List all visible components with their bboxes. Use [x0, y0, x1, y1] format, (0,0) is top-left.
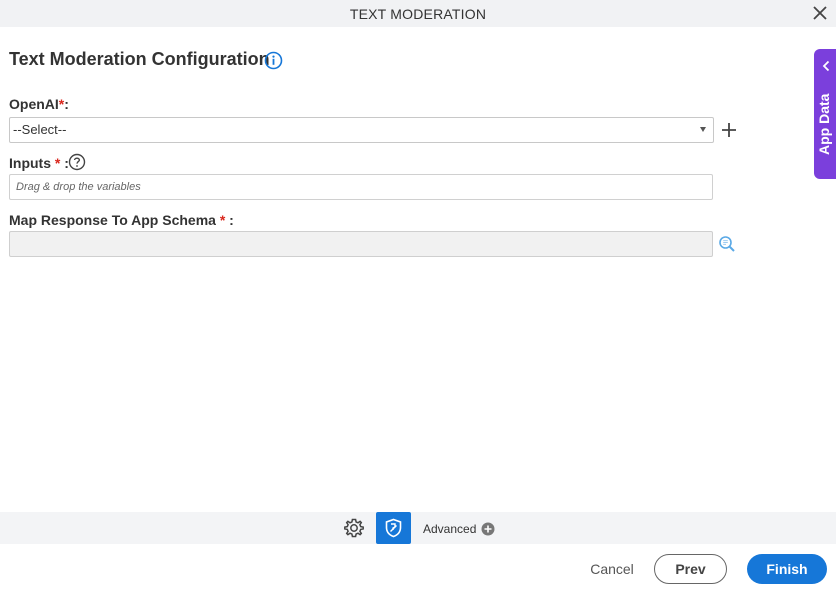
- prev-button[interactable]: Prev: [654, 554, 727, 584]
- title-bar: TEXT MODERATION: [0, 0, 836, 27]
- advanced-link[interactable]: Advanced: [423, 522, 476, 536]
- openai-label: OpenAI*:: [9, 96, 69, 112]
- inputs-placeholder: Drag & drop the variables: [16, 181, 141, 193]
- required-asterisk: *: [54, 155, 61, 171]
- map-response-label: Map Response To App Schema * :: [9, 212, 234, 228]
- bottom-toolbar: [0, 512, 836, 544]
- moderation-shield-button[interactable]: [376, 512, 411, 544]
- chevron-left-icon: [822, 60, 830, 72]
- add-circle-icon[interactable]: [481, 522, 495, 536]
- map-response-field[interactable]: [9, 231, 713, 257]
- dropdown-caret-icon: [700, 127, 706, 132]
- page-title: Text Moderation Configuration: [9, 49, 270, 69]
- inputs-dropzone[interactable]: Drag & drop the variables: [9, 174, 713, 200]
- app-data-label: App Data: [816, 93, 832, 155]
- cancel-button[interactable]: Cancel: [588, 561, 636, 577]
- inputs-label: Inputs * :: [9, 155, 69, 171]
- info-icon[interactable]: [264, 51, 283, 70]
- gear-icon[interactable]: [343, 517, 365, 539]
- openai-select[interactable]: --Select--: [9, 117, 714, 143]
- finish-button[interactable]: Finish: [747, 554, 827, 584]
- required-asterisk: *: [219, 212, 226, 228]
- help-icon[interactable]: [68, 153, 86, 171]
- dialog-title: TEXT MODERATION: [349, 6, 487, 22]
- shield-icon: [385, 518, 402, 538]
- schema-lookup-icon[interactable]: [718, 235, 736, 253]
- close-icon[interactable]: [812, 5, 828, 21]
- openai-select-value: --Select--: [13, 122, 67, 137]
- add-connection-icon[interactable]: [721, 122, 737, 138]
- app-data-tab[interactable]: App Data: [814, 49, 836, 179]
